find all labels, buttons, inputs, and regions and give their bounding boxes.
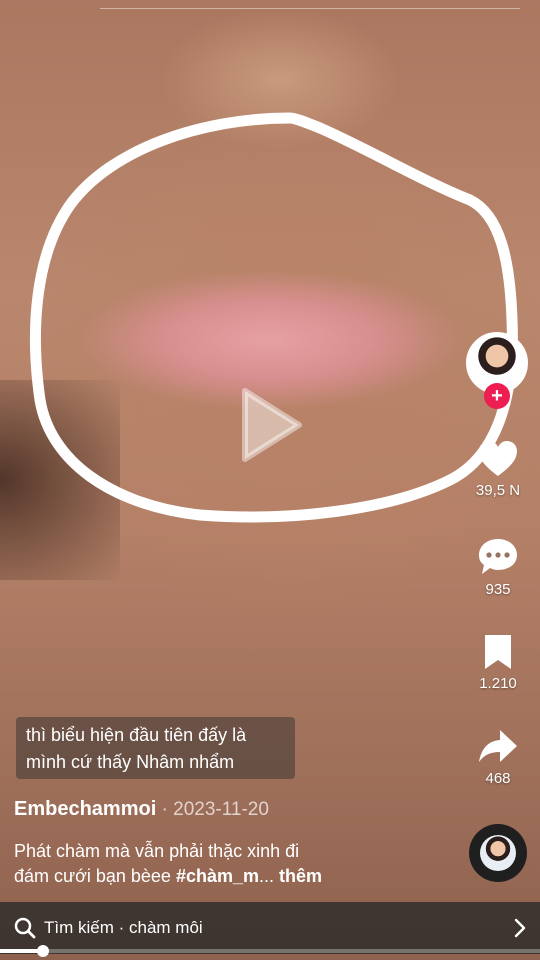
hashtag-link[interactable]: #chàm_m [176, 866, 259, 886]
music-disc[interactable] [469, 824, 527, 882]
description-line-1: Phát chàm mà vẫn phải thặc xinh đi [14, 841, 300, 861]
description-ellipsis: ... [259, 866, 275, 886]
search-label: Tìm kiếm · chàm môi [44, 918, 203, 937]
description-line-2: đám cưới bạn bèee #chàm_m... thêm [14, 866, 322, 887]
comment-button[interactable]: 935 [460, 537, 536, 598]
post-date: 2023-11-20 [173, 799, 269, 820]
heart-icon [479, 441, 517, 476]
author-row: Embechammoi · 2023-11-20 [14, 798, 269, 821]
share-count: 468 [485, 770, 511, 787]
save-count: 1.210 [479, 675, 517, 692]
caption-line-1: thì biểu hiện đầu tiên đấy là [26, 725, 247, 745]
date-separator: · [156, 799, 174, 820]
description-text: đám cưới bạn bèee [14, 866, 176, 886]
search-icon [14, 917, 36, 939]
bookmark-icon [485, 635, 511, 669]
share-button[interactable]: 468 [460, 728, 536, 787]
caption-overlay: thì biểu hiện đầu tiên đấy là mình cứ th… [16, 717, 295, 779]
comment-count: 935 [485, 581, 511, 598]
author-name[interactable]: Embechammoi [14, 798, 156, 820]
search-bar[interactable]: Tìm kiếm · chàm môi [0, 902, 540, 954]
chevron-right-icon [514, 918, 526, 938]
caption-line-2: mình cứ thấy Nhâm nhẩm [26, 752, 235, 772]
progress-track[interactable] [0, 949, 540, 953]
comment-icon [479, 539, 517, 574]
see-more-button[interactable]: thêm [274, 866, 322, 886]
music-disc-avatar [480, 835, 516, 871]
follow-button[interactable]: + [484, 383, 510, 409]
like-button[interactable]: 39,5 N [460, 440, 536, 499]
like-count: 39,5 N [475, 482, 521, 499]
play-icon[interactable] [237, 385, 307, 465]
follow-symbol: + [491, 384, 503, 407]
save-button[interactable]: 1.210 [460, 633, 536, 692]
share-icon [479, 730, 517, 762]
